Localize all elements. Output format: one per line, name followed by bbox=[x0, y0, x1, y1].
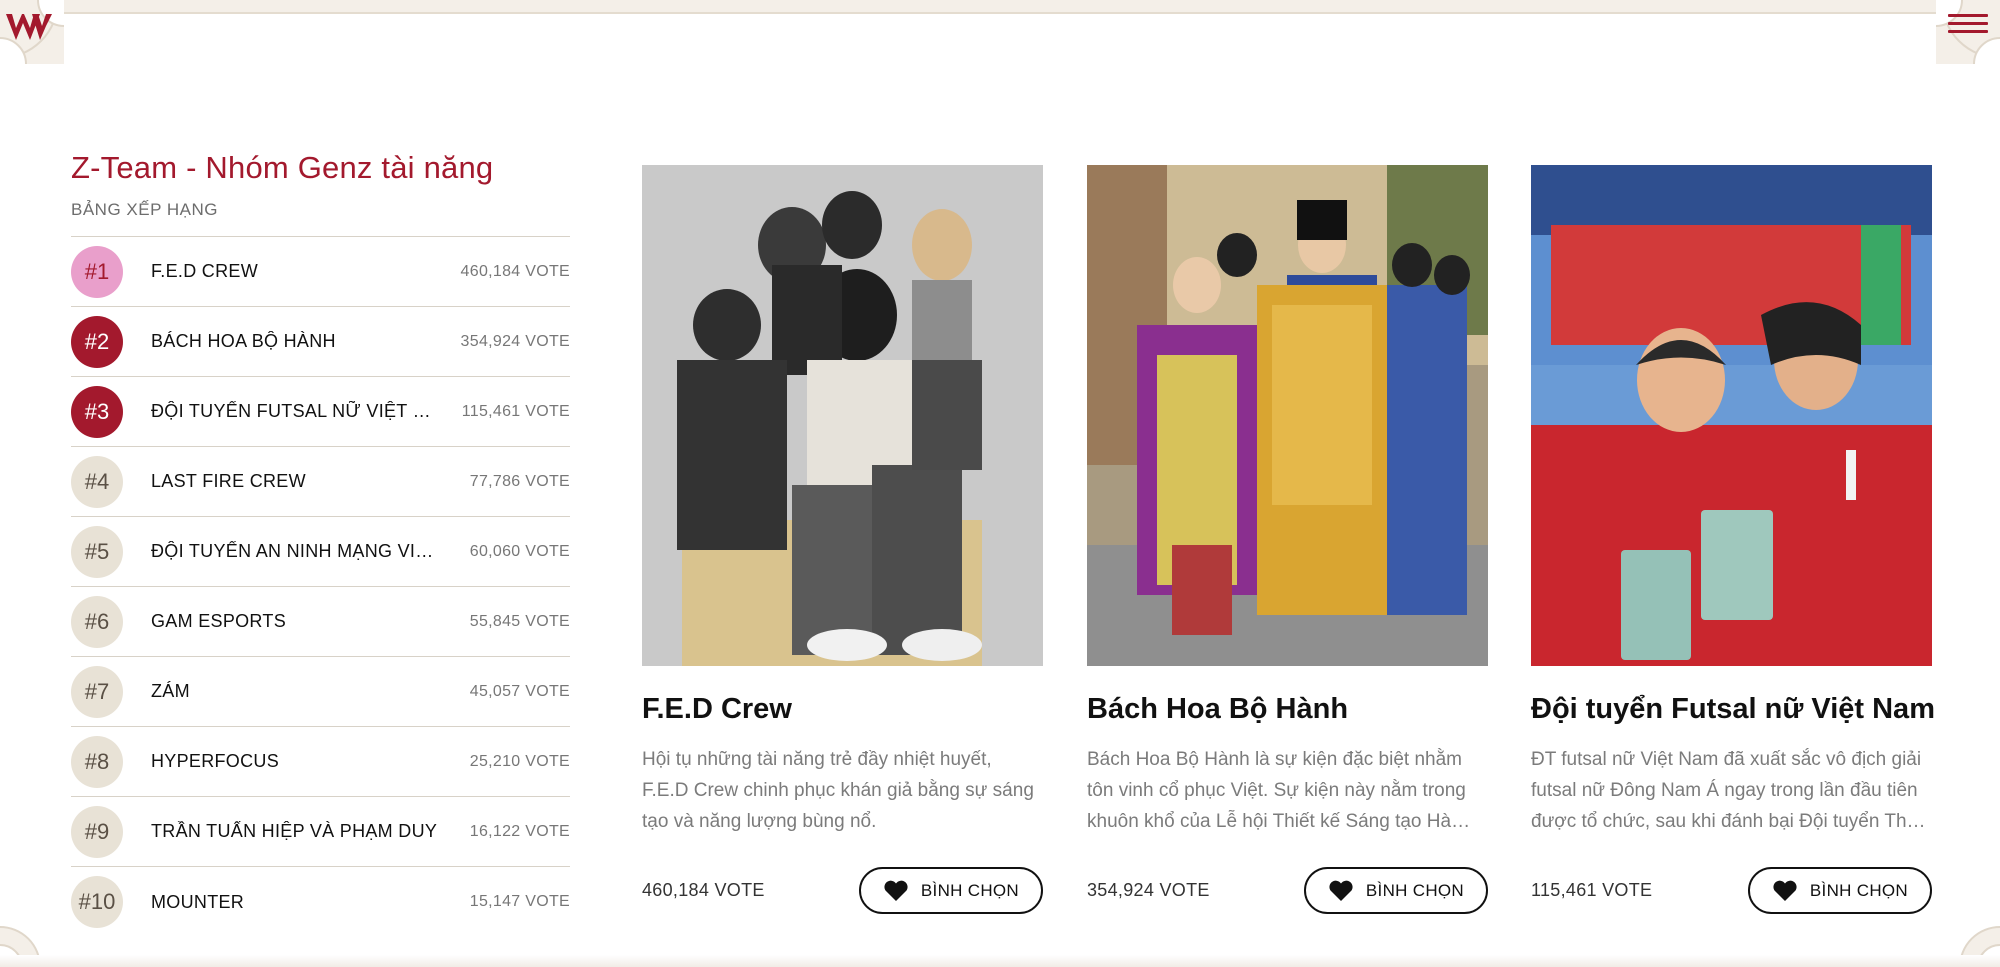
team-votes: 15,147 VOTE bbox=[469, 893, 570, 910]
vote-button-label: BÌNH CHỌN bbox=[920, 880, 1019, 900]
card-title[interactable]: F.E.D Crew bbox=[642, 693, 1043, 726]
team-photo[interactable] bbox=[1087, 165, 1488, 666]
card-description: Bách Hoa Bộ Hành là sự kiện đặc biệt nhằ… bbox=[1087, 749, 1466, 832]
team-name: ZÁM bbox=[151, 681, 190, 701]
heart-icon bbox=[1329, 880, 1353, 901]
card-footer: 460,184 VOTE BÌNH CHỌN bbox=[642, 867, 1043, 914]
team-name: MOUNTER bbox=[151, 891, 245, 912]
team-photo[interactable] bbox=[1531, 165, 1932, 666]
rank-badge: #10 bbox=[71, 876, 123, 928]
leaderboard-row[interactable]: #1 F.E.D CREW 460,184 VOTE bbox=[71, 237, 570, 307]
card-footer: 115,461 VOTE BÌNH CHỌN bbox=[1531, 867, 1932, 914]
leaderboard-row[interactable]: #10 MOUNTER 15,147 VOTE bbox=[71, 867, 570, 937]
team-votes: 60,060 VOTE bbox=[469, 542, 570, 560]
team-card: F.E.D Crew Hội tụ những tài năng trẻ đầy… bbox=[642, 165, 1043, 914]
leaderboard-row[interactable]: #8 HYPERFOCUS 25,210 VOTE bbox=[71, 727, 570, 797]
leaderboard-title: Z-Team - Nhóm Genz tài năng bbox=[71, 150, 494, 185]
team-card: Bách Hoa Bộ Hành Bách Hoa Bộ Hành là sự … bbox=[1087, 165, 1488, 914]
team-votes: 55,845 VOTE bbox=[469, 612, 570, 630]
team-votes: 77,786 VOTE bbox=[469, 472, 570, 490]
rank-badge: #7 bbox=[71, 665, 123, 718]
team-votes: 460,184 VOTE bbox=[460, 262, 570, 280]
card-votes: 115,461 VOTE bbox=[1531, 880, 1653, 900]
rank-badge: #1 bbox=[71, 245, 123, 298]
card-votes: 460,184 VOTE bbox=[642, 880, 765, 900]
bottom-shade bbox=[0, 955, 2000, 967]
card-votes: 354,924 VOTE bbox=[1087, 880, 1210, 900]
rank-badge: #5 bbox=[71, 525, 123, 578]
team-votes: 25,210 VOTE bbox=[469, 752, 570, 770]
team-photo[interactable] bbox=[642, 165, 1043, 666]
rank-badge: #4 bbox=[71, 455, 123, 508]
vote-button-label: BÌNH CHỌN bbox=[1365, 880, 1464, 900]
vote-button[interactable]: BÌNH CHỌN bbox=[858, 867, 1043, 914]
vote-button-label: BÌNH CHỌN bbox=[1809, 880, 1908, 900]
rank-badge: #2 bbox=[71, 315, 123, 368]
team-name: F.E.D CREW bbox=[151, 261, 259, 281]
team-name: BÁCH HOA BỘ HÀNH bbox=[151, 331, 336, 351]
team-votes: 45,057 VOTE bbox=[469, 682, 570, 700]
card-description: ĐT futsal nữ Việt Nam đã xuất sắc vô địc… bbox=[1531, 749, 1922, 832]
rank-badge: #8 bbox=[71, 735, 123, 788]
leaderboard: Z-Team - Nhóm Genz tài năng BẢNG XẾP HẠN… bbox=[71, 150, 570, 937]
vote-button[interactable]: BÌNH CHỌN bbox=[1303, 867, 1488, 914]
leaderboard-row[interactable]: #4 LAST FIRE CREW 77,786 VOTE bbox=[71, 447, 570, 517]
heart-icon bbox=[884, 880, 908, 901]
leaderboard-subtitle: BẢNG XẾP HẠNG bbox=[71, 200, 570, 237]
team-name: ĐỘI TUYỂN AN NINH MẠNG VIETNAM bbox=[151, 541, 441, 561]
leaderboard-row[interactable]: #7 ZÁM 45,057 VOTE bbox=[71, 657, 570, 727]
team-votes: 354,924 VOTE bbox=[460, 332, 570, 350]
team-name: TRẦN TUẤN HIỆP VÀ PHẠM DUY bbox=[151, 821, 438, 841]
hamburger-menu-icon[interactable] bbox=[1948, 14, 1988, 44]
leaderboard-row[interactable]: #6 GAM ESPORTS 55,845 VOTE bbox=[71, 587, 570, 657]
team-name: LAST FIRE CREW bbox=[151, 471, 306, 491]
team-votes: 115,461 VOTE bbox=[461, 402, 570, 420]
leaderboard-row[interactable]: #2 BÁCH HOA BỘ HÀNH 354,924 VOTE bbox=[71, 307, 570, 377]
vote-button[interactable]: BÌNH CHỌN bbox=[1747, 867, 1932, 914]
card-description: Hội tụ những tài năng trẻ đầy nhiệt huyế… bbox=[642, 749, 1034, 832]
team-name: GAM ESPORTS bbox=[151, 611, 286, 631]
leaderboard-row[interactable]: #9 TRẦN TUẤN HIỆP VÀ PHẠM DUY 16,122 VOT… bbox=[71, 797, 570, 867]
card-title[interactable]: Bách Hoa Bộ Hành bbox=[1087, 693, 1488, 726]
team-name: ĐỘI TUYỂN FUTSAL NỮ VIỆT NAM bbox=[151, 401, 441, 421]
leaderboard-row[interactable]: #5 ĐỘI TUYỂN AN NINH MẠNG VIETNAM 60,060… bbox=[71, 517, 570, 587]
top-decorative-band bbox=[0, 0, 2000, 14]
team-votes: 16,122 VOTE bbox=[469, 822, 570, 840]
heart-icon bbox=[1773, 880, 1797, 901]
card-footer: 354,924 VOTE BÌNH CHỌN bbox=[1087, 867, 1488, 914]
rank-badge: #3 bbox=[71, 385, 123, 438]
w-logo-icon[interactable] bbox=[4, 8, 54, 44]
leaderboard-row[interactable]: #3 ĐỘI TUYỂN FUTSAL NỮ VIỆT NAM 115,461 … bbox=[71, 377, 570, 447]
rank-badge: #9 bbox=[71, 805, 123, 858]
team-name: HYPERFOCUS bbox=[151, 751, 280, 771]
card-title[interactable]: Đội tuyển Futsal nữ Việt Nam bbox=[1531, 693, 1935, 726]
rank-badge: #6 bbox=[71, 595, 123, 648]
team-card: Đội tuyển Futsal nữ Việt Nam ĐT futsal n… bbox=[1531, 165, 1935, 914]
